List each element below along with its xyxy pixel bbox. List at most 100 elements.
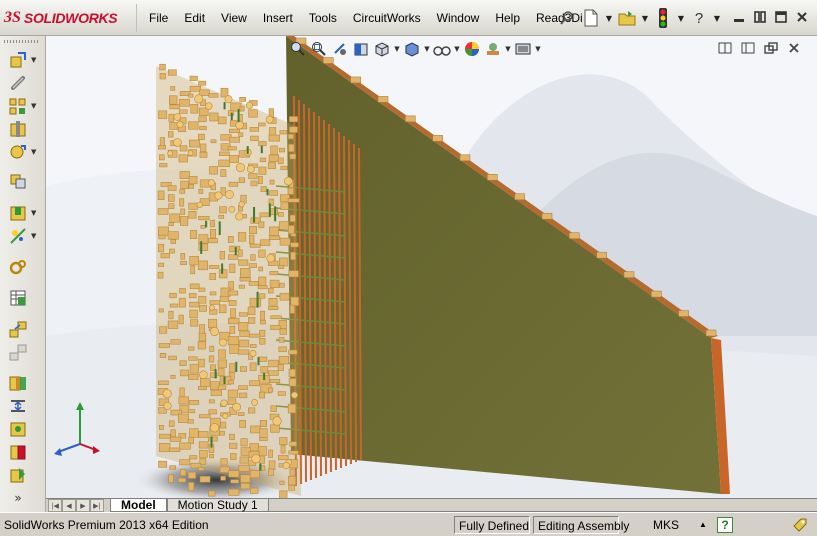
close-icon[interactable]	[793, 8, 811, 26]
zoom-to-area-icon[interactable]	[309, 39, 329, 59]
move-component-icon[interactable]	[8, 142, 28, 162]
copper-pad	[229, 263, 236, 273]
reference-geometry-icon[interactable]	[8, 226, 28, 246]
minimize-icon[interactable]	[730, 8, 748, 26]
unit-system-dropdown-icon[interactable]: ▲	[695, 516, 709, 534]
restore-icon[interactable]	[751, 8, 769, 26]
menu-circuitworks[interactable]: CircuitWorks	[345, 4, 429, 32]
pin-icon[interactable]	[556, 7, 578, 29]
copper-pad	[269, 179, 275, 185]
hide-show-items-icon[interactable]	[432, 39, 452, 59]
copper-pad	[228, 488, 240, 496]
hole-alignment-icon[interactable]	[8, 419, 28, 439]
hide-show-dropdown-icon[interactable]: ▼	[453, 45, 461, 53]
quick-tips-help-icon[interactable]: ?	[717, 516, 733, 533]
linear-component-pattern-icon[interactable]	[8, 96, 28, 116]
menu-view[interactable]: View	[213, 4, 255, 32]
3d-pcb-model[interactable]	[46, 36, 817, 498]
zoom-to-fit-icon[interactable]	[288, 39, 308, 59]
edge-connector-tab	[350, 76, 361, 84]
copper-pad	[288, 270, 299, 278]
new-motion-study-icon[interactable]	[8, 257, 28, 277]
menu-tools[interactable]: Tools	[301, 4, 345, 32]
display-style-dropdown-icon[interactable]: ▼	[423, 45, 431, 53]
previous-tab-icon[interactable]: ◀	[62, 499, 76, 512]
move-dropdown-icon[interactable]: ▼	[31, 148, 36, 156]
green-component-lead	[266, 188, 269, 196]
view-settings-dropdown-icon[interactable]: ▼	[534, 45, 542, 53]
explode-line-sketch-icon[interactable]	[8, 342, 28, 362]
copper-pad	[290, 242, 299, 248]
section-view-icon[interactable]	[351, 39, 371, 59]
performance-evaluation-icon[interactable]	[8, 465, 28, 485]
next-tab-icon[interactable]: ▶	[76, 499, 90, 512]
interference-detection-icon[interactable]	[8, 373, 28, 393]
tile-vertical-icon[interactable]	[739, 40, 757, 56]
view-orientation-dropdown-icon[interactable]: ▼	[393, 45, 401, 53]
features-dropdown-icon[interactable]: ▼	[31, 209, 36, 217]
clearance-verification-icon[interactable]	[8, 396, 28, 416]
copper-pad	[188, 346, 195, 351]
menu-window[interactable]: Window	[429, 4, 488, 32]
first-tab-icon[interactable]: |◀	[48, 499, 62, 512]
view-settings-icon[interactable]	[513, 39, 533, 59]
copper-pad	[248, 173, 258, 180]
bill-of-materials-icon[interactable]	[8, 288, 28, 308]
tag-icon[interactable]	[791, 516, 809, 534]
open-dropdown-icon[interactable]: ▼	[640, 14, 650, 23]
restore-document-icon[interactable]	[762, 40, 780, 56]
open-folder-icon[interactable]	[616, 7, 638, 29]
unit-system[interactable]: MKS	[649, 516, 695, 534]
green-component-lead	[223, 376, 226, 385]
help-dropdown-icon[interactable]: ▼	[712, 14, 722, 23]
smart-fasteners-icon[interactable]	[8, 119, 28, 139]
copper-pad	[228, 336, 240, 345]
tab-motion-study[interactable]: Motion Study 1	[166, 499, 269, 512]
pattern-dropdown-icon[interactable]: ▼	[31, 102, 36, 110]
apply-scene-icon[interactable]	[483, 39, 503, 59]
menu-edit[interactable]: Edit	[176, 4, 213, 32]
insert-components-dropdown-icon[interactable]: ▼	[31, 56, 36, 64]
help-question-icon[interactable]: ?	[688, 7, 710, 29]
display-style-icon[interactable]	[402, 39, 422, 59]
view-orientation-icon[interactable]	[372, 39, 392, 59]
previous-view-icon[interactable]	[330, 39, 350, 59]
new-document-icon[interactable]	[580, 7, 602, 29]
tab-model[interactable]: Model	[110, 499, 167, 512]
maximize-icon[interactable]	[772, 8, 790, 26]
triad-z-arrow	[54, 448, 62, 456]
close-document-icon[interactable]	[785, 40, 803, 56]
new-dropdown-icon[interactable]: ▼	[604, 14, 614, 23]
apply-scene-dropdown-icon[interactable]: ▼	[504, 45, 512, 53]
menu-help[interactable]: Help	[487, 4, 528, 32]
rebuild-traffic-light-icon[interactable]	[652, 7, 674, 29]
green-component-lead	[221, 263, 224, 274]
copper-pad	[248, 317, 256, 324]
insert-components-icon[interactable]	[8, 50, 28, 70]
copper-pad	[230, 308, 236, 318]
show-hidden-components-icon[interactable]	[8, 171, 28, 191]
toolbar-grip[interactable]	[4, 40, 40, 43]
graphics-area[interactable]: ▼ ▼ ▼ ▼ ▼	[46, 36, 817, 498]
assembly-visualization-icon[interactable]	[8, 442, 28, 462]
copper-pad	[169, 104, 180, 110]
menu-file[interactable]: File	[141, 4, 176, 32]
solidworks-logo[interactable]: 3S SOLIDWORKS	[4, 8, 118, 28]
reference-geometry-dropdown-icon[interactable]: ▼	[31, 232, 36, 240]
exploded-view-icon[interactable]	[8, 319, 28, 339]
copper-pad	[249, 127, 260, 132]
triad-y-arrow	[76, 402, 84, 410]
menu-insert[interactable]: Insert	[255, 4, 301, 32]
edit-appearance-icon[interactable]	[462, 39, 482, 59]
copper-pad	[198, 441, 209, 449]
app-brand-name: SOLIDWORKS	[23, 10, 118, 26]
copper-pad	[189, 256, 200, 266]
more-tools-icon[interactable]: »	[8, 488, 28, 508]
copper-pad	[268, 297, 278, 306]
mate-icon[interactable]	[8, 73, 28, 93]
options-dropdown-icon[interactable]: ▼	[676, 14, 686, 23]
copper-pad	[230, 453, 237, 461]
assembly-features-icon[interactable]	[8, 203, 28, 223]
tile-horizontal-icon[interactable]	[716, 40, 734, 56]
last-tab-icon[interactable]: ▶|	[90, 499, 104, 512]
